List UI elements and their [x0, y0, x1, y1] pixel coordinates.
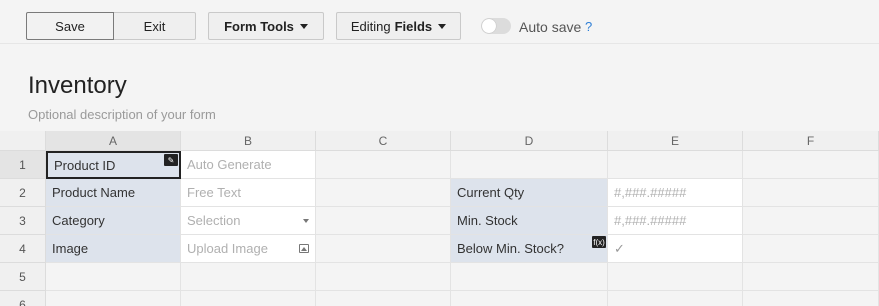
cell-d6[interactable]: [451, 291, 608, 306]
help-link[interactable]: ?: [585, 19, 592, 34]
cell-a3-text: Category: [52, 213, 105, 228]
exit-button[interactable]: Exit: [114, 12, 196, 40]
cell-a2-text: Product Name: [52, 185, 136, 200]
cell-c1[interactable]: [316, 151, 451, 179]
cell-a6[interactable]: [46, 291, 181, 306]
cell-b3[interactable]: Selection: [181, 207, 316, 235]
editing-fields-button[interactable]: Editing Fields: [336, 12, 461, 40]
cell-b2[interactable]: Free Text: [181, 179, 316, 207]
caret-down-icon: [438, 23, 447, 29]
row-header-6[interactable]: 6: [0, 291, 46, 306]
col-header-c[interactable]: C: [316, 131, 451, 151]
row-header-5[interactable]: 5: [0, 263, 46, 291]
caret-down-icon: [299, 23, 308, 29]
cell-a2[interactable]: Product Name: [46, 179, 181, 207]
cell-b6[interactable]: [181, 291, 316, 306]
cell-c3[interactable]: [316, 207, 451, 235]
cell-e5[interactable]: [608, 263, 743, 291]
cell-f2[interactable]: [743, 179, 879, 207]
cell-a4-text: Image: [52, 241, 89, 256]
form-tools-label: Form Tools: [224, 18, 294, 34]
cell-b1-text: Auto Generate: [187, 157, 272, 172]
cell-c2[interactable]: [316, 179, 451, 207]
form-tools-button[interactable]: Form Tools: [208, 12, 324, 40]
cell-d4[interactable]: Below Min. Stock? f(x): [451, 235, 608, 263]
cell-e3-text: #,###.#####: [614, 213, 687, 228]
cell-b3-text: Selection: [187, 213, 241, 228]
form-title[interactable]: Inventory: [28, 72, 127, 100]
cell-a1-text: Product ID: [54, 157, 116, 173]
toolbar: Save Exit Form Tools Editing Fields Auto …: [0, 0, 879, 44]
dropdown-caret-icon: [303, 219, 309, 223]
cell-e4[interactable]: ✓: [608, 235, 743, 263]
cell-f5[interactable]: [743, 263, 879, 291]
col-header-f[interactable]: F: [743, 131, 879, 151]
cell-c4[interactable]: [316, 235, 451, 263]
cell-a3[interactable]: Category: [46, 207, 181, 235]
row-header-2[interactable]: 2: [0, 179, 46, 207]
row-header-1[interactable]: 1: [0, 151, 46, 179]
toggle-knob: [482, 19, 496, 33]
image-icon: [299, 244, 309, 253]
editing-prefix: Editing: [350, 18, 391, 34]
row-header-4[interactable]: 4: [0, 235, 46, 263]
cell-d3[interactable]: Min. Stock: [451, 207, 608, 235]
edit-field-icon[interactable]: ✎: [164, 154, 178, 166]
cell-d1[interactable]: [451, 151, 608, 179]
cell-c5[interactable]: [316, 263, 451, 291]
cell-e6[interactable]: [608, 291, 743, 306]
cell-b2-text: Free Text: [187, 185, 241, 200]
form-description[interactable]: Optional description of your form: [28, 107, 216, 122]
cell-b5[interactable]: [181, 263, 316, 291]
cell-f3[interactable]: [743, 207, 879, 235]
cell-d2-text: Current Qty: [457, 185, 525, 200]
cell-d2[interactable]: Current Qty: [451, 179, 608, 207]
save-button[interactable]: Save: [26, 12, 114, 40]
cell-b4-text: Upload Image: [187, 241, 268, 256]
cell-f1[interactable]: [743, 151, 879, 179]
cell-f6[interactable]: [743, 291, 879, 306]
col-header-a[interactable]: A: [46, 131, 181, 151]
grid-corner: [0, 131, 46, 151]
checkmark-icon: ✓: [614, 240, 625, 256]
cell-d5[interactable]: [451, 263, 608, 291]
col-header-b[interactable]: B: [181, 131, 316, 151]
autosave-toggle[interactable]: [481, 18, 511, 34]
cell-a1[interactable]: Product ID ✎: [46, 151, 181, 179]
row-header-3[interactable]: 3: [0, 207, 46, 235]
cell-d4-text: Below Min. Stock?: [457, 241, 564, 256]
cell-e3[interactable]: #,###.#####: [608, 207, 743, 235]
cell-b4[interactable]: Upload Image: [181, 235, 316, 263]
cell-e2[interactable]: #,###.#####: [608, 179, 743, 207]
col-header-d[interactable]: D: [451, 131, 608, 151]
cell-d3-text: Min. Stock: [457, 213, 518, 228]
cell-e1[interactable]: [608, 151, 743, 179]
cell-b1[interactable]: Auto Generate: [181, 151, 316, 179]
cell-a5[interactable]: [46, 263, 181, 291]
exit-label: Exit: [143, 18, 166, 34]
cell-f4[interactable]: [743, 235, 879, 263]
cell-a4[interactable]: Image: [46, 235, 181, 263]
save-label: Save: [55, 18, 85, 34]
col-header-e[interactable]: E: [608, 131, 743, 151]
autosave-label: Auto save: [519, 19, 582, 35]
editing-bold: Fields: [394, 18, 433, 34]
cell-e2-text: #,###.#####: [614, 185, 687, 200]
formula-icon[interactable]: f(x): [592, 236, 606, 248]
cell-c6[interactable]: [316, 291, 451, 306]
